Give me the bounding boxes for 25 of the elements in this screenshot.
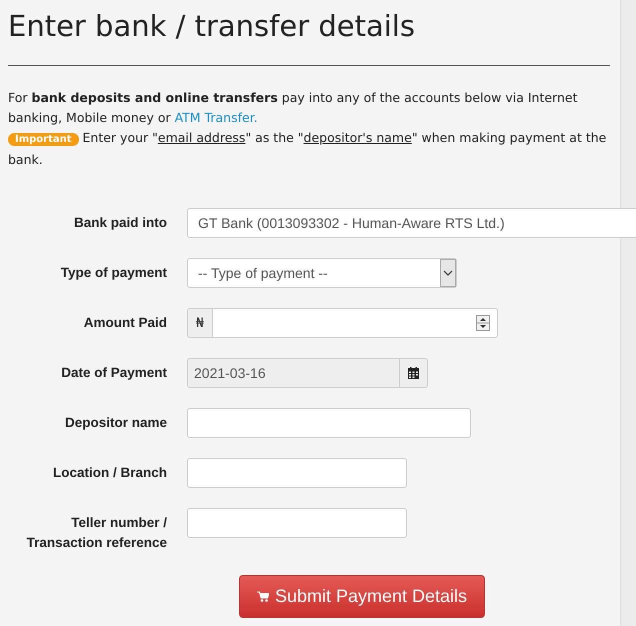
- field-label: Bank paid into: [72, 214, 167, 232]
- field-label: Date of Payment: [60, 364, 167, 382]
- text-field[interactable]: [187, 458, 407, 488]
- spinner-icon[interactable]: [476, 315, 490, 331]
- field-label: Depositor name: [64, 414, 167, 432]
- calendar-button[interactable]: [400, 358, 428, 388]
- atm-transfer-link[interactable]: ATM Transfer.: [174, 110, 258, 125]
- field-label: Location / Branch: [52, 464, 167, 482]
- caret-icon: [440, 259, 456, 287]
- important-badge: Important: [8, 133, 79, 146]
- text-field[interactable]: [187, 508, 407, 538]
- intro-paragraph: For bank deposits and online transfers pay into any of the accounts below via Internet banking, Mobile money or ATM Transfer.: [8, 89, 578, 127]
- field-label: Amount Paid: [82, 314, 167, 332]
- cart-icon: [256, 591, 269, 602]
- calendar-icon: [408, 367, 419, 379]
- page-title: Enter bank / transfer details: [8, 8, 416, 45]
- field-label: Teller number / Transaction reference: [26, 514, 167, 552]
- currency-addon: ₦: [187, 308, 213, 338]
- field-label: Type of payment: [60, 264, 167, 282]
- text-field[interactable]: [187, 408, 471, 438]
- payment-type-dropdown[interactable]: -- Type of payment --: [187, 258, 457, 288]
- text-field[interactable]: GT Bank (0013093302 - Human-Aware RTS Ltd.): [187, 208, 636, 238]
- amount-field[interactable]: [212, 308, 498, 338]
- submit-button[interactable]: Submit Payment Details: [239, 575, 485, 618]
- notice-paragraph: Important Enter your "email address" as the "depositor's name" when making payment at the bank.: [8, 129, 608, 169]
